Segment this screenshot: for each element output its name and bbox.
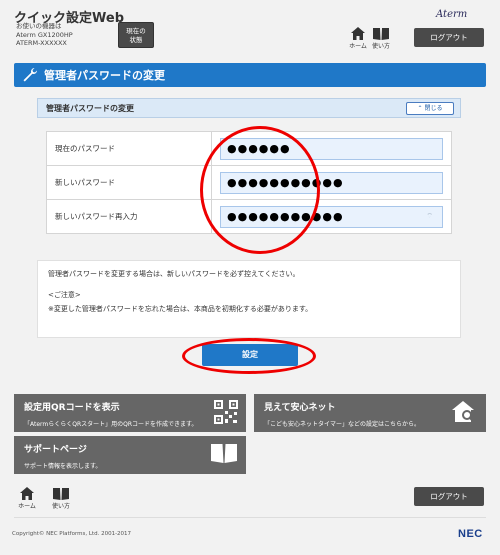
safe-net-tile-desc: 「こども安心ネットタイマー」などの設定はこちらから。 (264, 421, 421, 428)
current-password-label: 現在のパスワード (46, 131, 212, 166)
collapse-label: 閉じる (424, 105, 443, 112)
wrench-icon (23, 68, 37, 82)
confirm-password-label: 新しいパスワード再入力 (46, 199, 212, 234)
section-title: 管理者パスワードの変更 (44, 69, 165, 82)
section-bar: 管理者パスワードの変更 (14, 63, 486, 87)
qr-code-tile[interactable]: 設定用QRコードを表示 「AtermらくらくQRスタート」用のQRコードを作成で… (14, 394, 246, 432)
support-tile[interactable]: サポートページ サポート情報を表示します。 (14, 436, 246, 474)
nav-home[interactable]: ホーム (347, 27, 369, 50)
safe-net-tile[interactable]: 見えて安心ネット 「こども安心ネットタイマー」などの設定はこちらから。 (254, 394, 486, 432)
footer-divider (14, 517, 486, 518)
device-model: Aterm GX1200HP (16, 30, 73, 39)
aterm-logo: Aterm (436, 9, 468, 20)
book-icon (373, 28, 389, 40)
panel-header: 管理者パスワードの変更 ⌃ 閉じる (37, 98, 461, 118)
panel-title: 管理者パスワードの変更 (46, 103, 134, 113)
support-tile-desc: サポート情報を表示します。 (24, 463, 102, 470)
notice-caution-heading: <ご注意> (48, 291, 81, 299)
home-icon (20, 487, 34, 500)
device-line: お使いの機器は (16, 22, 62, 30)
footer-home-label: ホーム (18, 503, 36, 510)
book-icon (53, 488, 69, 500)
safe-net-tile-title: 見えて安心ネット (264, 403, 336, 413)
collapse-button[interactable]: ⌃ 閉じる (406, 102, 454, 115)
footer-nav-home[interactable]: ホーム (16, 487, 38, 510)
notice-line1: 管理者パスワードを変更する場合は、新しいパスワードを必ず控えてください。 (48, 270, 300, 278)
qr-tile-desc: 「AtermらくらくQRスタート」用のQRコードを作成できます。 (24, 421, 198, 428)
book-icon (211, 444, 237, 463)
annotation-oval-set (182, 338, 316, 374)
nav-home-label: ホーム (349, 43, 367, 50)
nav-manual[interactable]: 使い方 (370, 27, 392, 50)
nec-logo: NEC (458, 528, 483, 540)
footer-manual-label: 使い方 (51, 503, 70, 510)
device-info: お使いの機器は Aterm GX1200HP ATERM-XXXXXX (16, 22, 73, 48)
qr-tile-title: 設定用QRコードを表示 (24, 403, 120, 413)
status-button-line2: 状態 (129, 36, 143, 44)
chevron-up-icon: ⌃ (417, 105, 423, 112)
status-button-line1: 現在の (126, 27, 146, 35)
copyright: Copyright© NEC Platforms, Ltd. 2001-2017 (12, 531, 132, 537)
qr-code-icon (214, 400, 238, 424)
logout-button[interactable]: ログアウト (414, 28, 484, 47)
footer-logout-button[interactable]: ログアウト (414, 487, 484, 506)
current-status-button[interactable]: 現在の 状態 (118, 22, 154, 48)
notice-line3: ※変更した管理者パスワードを忘れた場合は、本商品を初期化する必要があります。 (48, 305, 313, 313)
header: クイック設定Web お使いの機器は Aterm GX1200HP ATERM-X… (0, 0, 500, 58)
footer-nav-manual[interactable]: 使い方 (50, 487, 72, 510)
home-icon (351, 27, 365, 40)
notice-box: 管理者パスワードを変更する場合は、新しいパスワードを必ず控えてください。 <ご注… (37, 260, 461, 338)
new-password-label: 新しいパスワード (46, 165, 212, 200)
device-id: ATERM-XXXXXX (16, 39, 67, 47)
annotation-oval-fields (200, 126, 320, 254)
reveal-icon[interactable]: ⌔ (426, 212, 434, 221)
support-tile-title: サポートページ (24, 445, 87, 455)
house-search-icon (452, 401, 474, 422)
nav-manual-label: 使い方 (371, 43, 390, 50)
